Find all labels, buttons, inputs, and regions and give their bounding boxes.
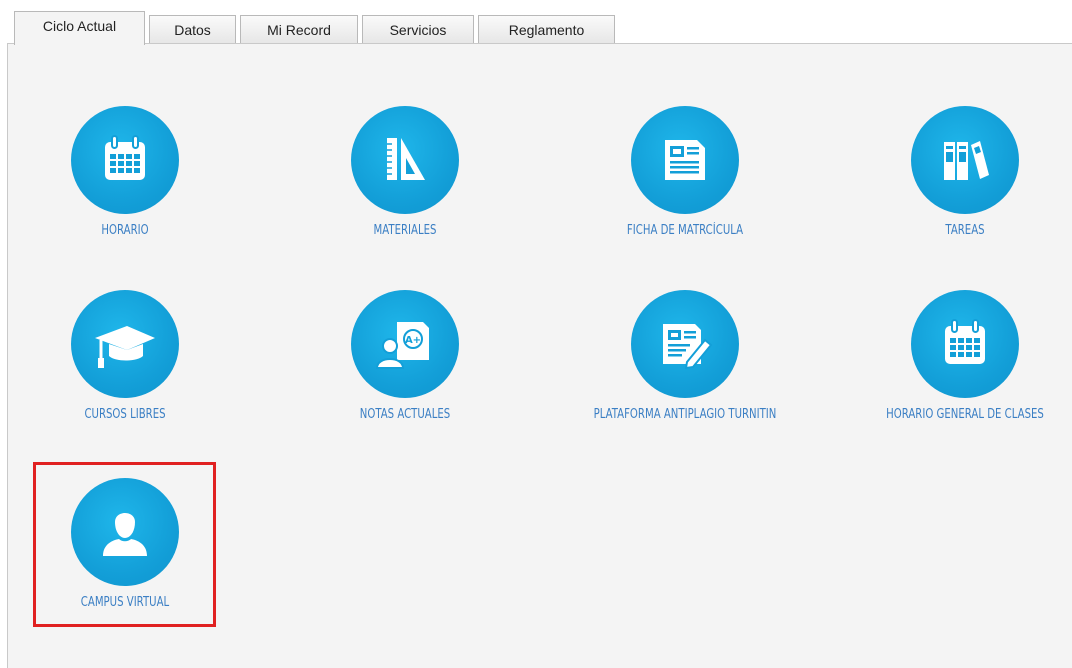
ficha-matricula-label: FICHA DE MATRCÍCULA: [626, 223, 744, 238]
materiales-label: MATERIALES: [373, 223, 437, 238]
ruler-triangle-icon: [351, 106, 459, 214]
tab-reglamento[interactable]: Reglamento: [478, 15, 615, 44]
tareas-link[interactable]: TAREAS: [845, 106, 1072, 256]
materiales-link[interactable]: MATERIALES: [285, 106, 525, 256]
document-card-icon: [631, 106, 739, 214]
calendar-icon: [71, 106, 179, 214]
horario-general-label: HORARIO GENERAL DE CLASES: [886, 407, 1044, 422]
tareas-label: TAREAS: [945, 223, 985, 238]
tab-bar: Ciclo Actual Datos Mi Record Servicios R…: [14, 11, 619, 45]
calendar-icon: [911, 290, 1019, 398]
graduation-cap-icon: [71, 290, 179, 398]
tab-datos[interactable]: Datos: [149, 15, 236, 44]
turnitin-label: PLATAFORMA ANTIPLAGIO TURNITIN: [593, 407, 777, 422]
tab-mi-record[interactable]: Mi Record: [240, 15, 358, 44]
page: Ciclo Actual Datos Mi Record Servicios R…: [0, 0, 1072, 668]
notas-actuales-label: NOTAS ACTUALES: [359, 407, 451, 422]
horario-link[interactable]: HORARIO: [5, 106, 245, 256]
notas-actuales-link[interactable]: A+ NOTAS ACTUALES: [285, 290, 525, 440]
turnitin-link[interactable]: PLATAFORMA ANTIPLAGIO TURNITIN: [565, 290, 805, 440]
cursos-libres-link[interactable]: CURSOS LIBRES: [5, 290, 245, 440]
horario-label: HORARIO: [101, 223, 149, 238]
books-icon: [911, 106, 1019, 214]
ficha-matricula-link[interactable]: FICHA DE MATRCÍCULA: [565, 106, 805, 256]
tab-servicios[interactable]: Servicios: [362, 15, 474, 44]
document-pencil-icon: [631, 290, 739, 398]
student-grade-icon: A+: [351, 290, 459, 398]
horario-general-link[interactable]: HORARIO GENERAL DE CLASES: [845, 290, 1072, 440]
cursos-libres-label: CURSOS LIBRES: [84, 407, 166, 422]
highlight-box: [33, 462, 216, 627]
tab-ciclo-actual[interactable]: Ciclo Actual: [14, 11, 145, 45]
svg-text:A+: A+: [405, 335, 421, 346]
